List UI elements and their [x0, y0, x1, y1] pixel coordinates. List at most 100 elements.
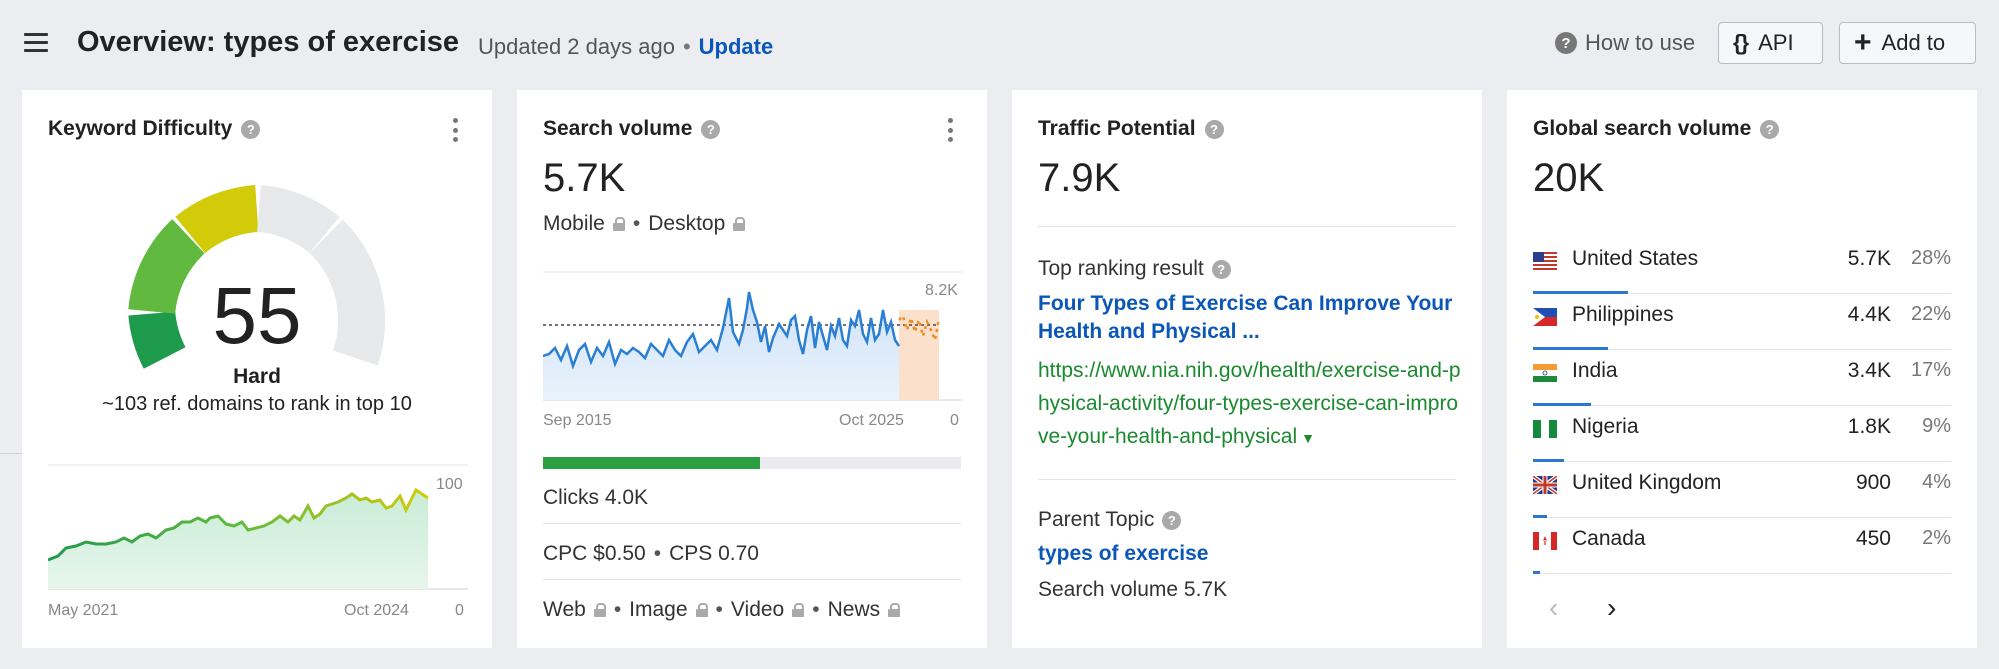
country-name: Canada [1572, 527, 1646, 550]
how-to-use-link[interactable]: ? How to use [1555, 30, 1695, 56]
country-name: Nigeria [1572, 415, 1639, 438]
ph-flag-icon [1533, 308, 1557, 326]
traffic-potential-value: 7.9K [1038, 156, 1121, 200]
help-icon[interactable]: ? [1211, 259, 1231, 279]
country-row[interactable]: Nigeria 1.8K 9% [1533, 406, 1951, 462]
lock-icon [792, 603, 805, 617]
how-to-use-label: How to use [1585, 30, 1696, 55]
top-ranking-text: Top ranking result [1038, 257, 1204, 280]
parent-topic-link[interactable]: types of exercise [1038, 542, 1208, 566]
api-label: API [1758, 30, 1794, 55]
search-volume-value: 5.7K [543, 156, 626, 200]
country-row[interactable]: Canada 450 2% [1533, 518, 1951, 574]
top-bar: Overview: types of exercise Updated 2 da… [0, 0, 1999, 88]
country-name: United Kingdom [1572, 471, 1722, 494]
help-icon[interactable]: ? [241, 119, 261, 139]
help-icon[interactable]: ? [1760, 119, 1780, 139]
caret-down-icon[interactable]: ▼ [1301, 430, 1315, 446]
url-text[interactable]: https://www.nia.nih.gov/health/exercise-… [1038, 359, 1461, 448]
parent-topic-label: Parent Topic ? [1038, 508, 1182, 532]
uk-flag-icon [1533, 476, 1557, 494]
add-to-button[interactable]: + Add to [1839, 22, 1976, 64]
country-percent: 17% [1910, 359, 1951, 381]
api-button[interactable]: {} API [1718, 22, 1823, 64]
country-share-bar [1533, 571, 1540, 574]
traffic-potential-card: Traffic Potential ? 7.9K Top ranking res… [1012, 90, 1482, 648]
search-type-video[interactable]: Video [731, 598, 784, 622]
country-percent: 9% [1922, 415, 1951, 437]
ng-flag-icon [1533, 420, 1557, 438]
clicks-row: Clicks 4.0K [543, 486, 648, 510]
chevron-right-icon[interactable]: › [1607, 592, 1616, 624]
country-percent: 4% [1922, 471, 1951, 493]
x-axis-end-label: Oct 2024 [344, 602, 409, 619]
divider [1038, 479, 1456, 480]
country-volume: 3.4K [1847, 359, 1891, 382]
search-type-web[interactable]: Web [543, 598, 586, 622]
ca-flag-icon [1533, 532, 1557, 550]
lock-icon [612, 217, 625, 231]
global-volume-value: 20K [1533, 156, 1605, 200]
x-axis-start-label: Sep 2015 [543, 412, 612, 429]
help-icon[interactable]: ? [701, 119, 721, 139]
help-icon: ? [1555, 32, 1577, 54]
tp-title: Traffic Potential [1038, 117, 1196, 140]
y-axis-max-label: 8.2K [925, 282, 958, 299]
more-options-icon[interactable] [452, 118, 458, 142]
card-title: Keyword Difficulty ? [48, 117, 261, 141]
country-list: United States 5.7K 28% Philippines 4.4K … [1533, 238, 1951, 574]
updated-text: Updated 2 days ago [478, 34, 675, 59]
kd-score: 55 [212, 271, 302, 360]
device-filter: Mobile • Desktop [543, 212, 746, 236]
lock-icon [733, 217, 746, 231]
global-search-volume-card: Global search volume ? 20K United States… [1507, 90, 1977, 648]
cps-value: CPS 0.70 [669, 542, 759, 565]
country-volume: 5.7K [1847, 247, 1891, 270]
country-volume: 450 [1855, 527, 1891, 550]
clicks-value: Clicks 4.0K [543, 486, 649, 509]
in-flag-icon [1533, 364, 1557, 382]
chevron-left-icon[interactable]: ‹ [1549, 592, 1558, 624]
sv-title: Search volume [543, 117, 693, 140]
keyword-difficulty-card: Keyword Difficulty ? 55 Hard ~103 ref. d… [22, 90, 492, 648]
card-title: Search volume ? [543, 117, 721, 141]
country-row[interactable]: United States 5.7K 28% [1533, 238, 1951, 294]
y-axis-max-label: 100 [436, 476, 463, 493]
more-options-icon[interactable] [947, 118, 953, 142]
search-type-image[interactable]: Image [629, 598, 687, 622]
country-row[interactable]: India 3.4K 17% [1533, 350, 1951, 406]
top-result-title-link[interactable]: Four Types of Exercise Can Improve Your … [1038, 290, 1458, 346]
card-title: Global search volume ? [1533, 117, 1780, 141]
country-row[interactable]: United Kingdom 900 4% [1533, 462, 1951, 518]
top-result-url[interactable]: https://www.nia.nih.gov/health/exercise-… [1038, 354, 1463, 455]
gsv-title: Global search volume [1533, 117, 1752, 140]
x-axis-start-label: May 2021 [48, 602, 119, 619]
clicks-progress-fill [543, 457, 761, 469]
search-volume-chart [543, 271, 963, 401]
search-volume-card: Search volume ? 5.7K Mobile • Desktop Se… [517, 90, 987, 648]
x-axis-end-label: Oct 2025 [839, 412, 904, 429]
cpc-row: CPC $0.50 • CPS 0.70 [543, 542, 759, 565]
lock-icon [695, 603, 708, 617]
updated-status: Updated 2 days ago • Update [478, 34, 774, 59]
kd-area [48, 490, 428, 589]
menu-icon[interactable] [24, 33, 48, 53]
help-icon[interactable]: ? [1162, 510, 1182, 530]
parent-topic-text: Parent Topic [1038, 508, 1155, 531]
divider [543, 579, 961, 580]
update-link[interactable]: Update [699, 34, 774, 59]
country-volume: 1.8K [1847, 415, 1891, 438]
country-percent: 22% [1910, 303, 1951, 325]
search-type-news[interactable]: News [828, 598, 881, 622]
country-percent: 2% [1922, 527, 1951, 549]
kd-description: ~103 ref. domains to rank in top 10 [102, 393, 412, 415]
mobile-label[interactable]: Mobile [543, 212, 605, 236]
country-name: Philippines [1572, 303, 1674, 326]
search-type-row: Web • Image • Video • News [543, 598, 901, 622]
divider [1038, 226, 1456, 227]
help-icon[interactable]: ? [1204, 119, 1224, 139]
add-to-label: Add to [1881, 30, 1946, 55]
country-row[interactable]: Philippines 4.4K 22% [1533, 294, 1951, 350]
country-percent: 28% [1910, 247, 1951, 269]
desktop-label[interactable]: Desktop [648, 212, 725, 236]
